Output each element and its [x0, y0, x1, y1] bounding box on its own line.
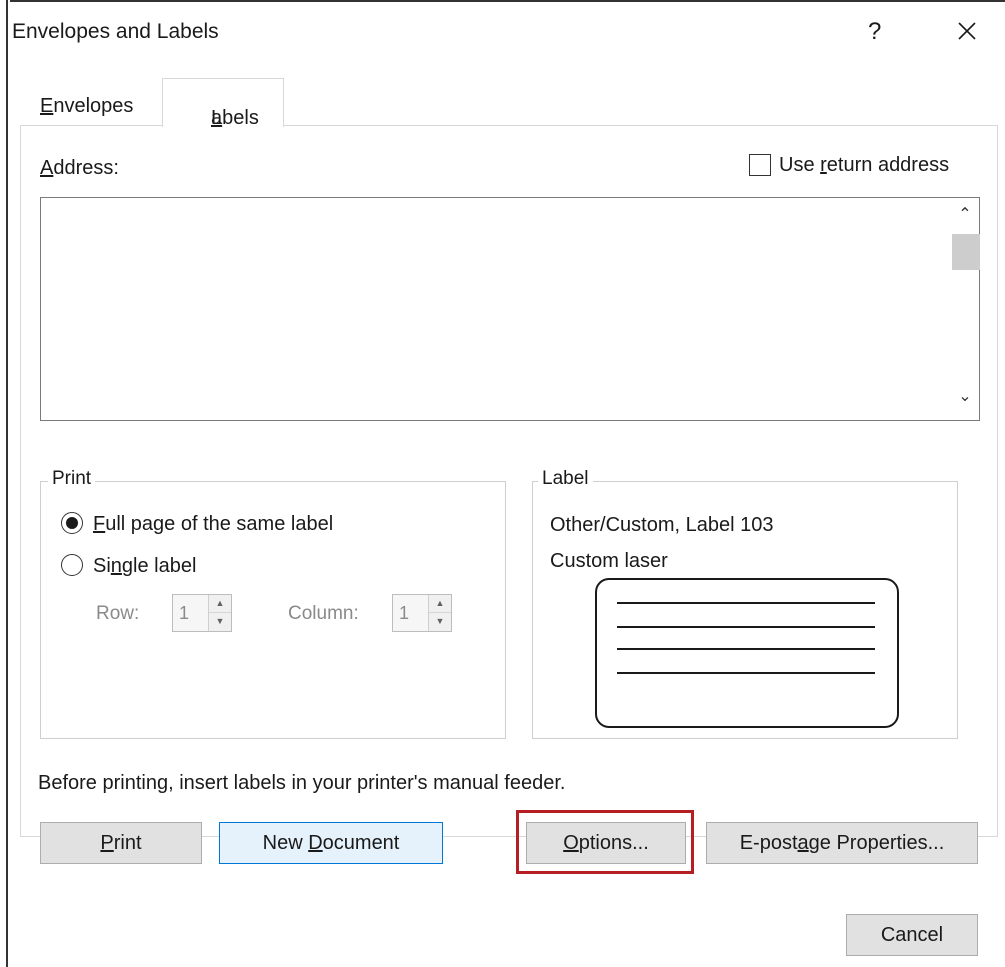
row-label: Row: — [96, 603, 140, 624]
printer-feeder-note: Before printing, insert labels in your p… — [38, 772, 566, 794]
tab-envelopes[interactable]: Envelopes — [40, 95, 133, 118]
new-document-button[interactable]: New Document — [219, 822, 443, 864]
column-stepper[interactable]: 1 ▲ ▼ — [392, 594, 452, 632]
print-button[interactable]: Print — [40, 822, 202, 864]
print-group-title: Print — [48, 468, 96, 490]
tab-envelopes-accel: E — [40, 95, 54, 117]
close-button[interactable] — [950, 14, 984, 48]
tab-envelopes-label: nvelopes — [53, 95, 134, 117]
address-input[interactable] — [40, 197, 980, 421]
full-page-label: Full page of the same label — [93, 513, 334, 535]
cancel-button[interactable]: Cancel — [846, 914, 978, 956]
column-value: 1 — [399, 603, 410, 623]
epostage-properties-button[interactable]: E-postage Properties... — [706, 822, 978, 864]
help-button[interactable]: ? — [868, 18, 881, 46]
spin-down-icon[interactable]: ▼ — [429, 613, 451, 630]
scroll-up-icon[interactable]: ⌃ — [954, 204, 976, 228]
window-left-edge — [6, 0, 8, 967]
window-top-edge — [10, 0, 1005, 2]
row-value: 1 — [179, 603, 190, 623]
label-preview-image[interactable] — [595, 578, 899, 728]
options-button[interactable]: Options... — [526, 822, 686, 864]
label-type: Custom laser — [550, 550, 668, 572]
tab-labels-label: abels — [211, 107, 259, 129]
checkbox-box[interactable] — [749, 154, 771, 176]
spin-up-icon[interactable]: ▲ — [209, 595, 231, 613]
radio-unselected-icon[interactable] — [61, 554, 83, 576]
use-return-address-label: Use return address — [779, 154, 950, 176]
scrollbar-thumb[interactable] — [952, 234, 980, 270]
envelopes-labels-dialog: Envelopes and Labels ? Envelopes Labels … — [0, 0, 1005, 967]
label-vendor-product: Other/Custom, Label 103 — [550, 514, 774, 536]
dialog-title: Envelopes and Labels — [12, 20, 219, 43]
close-icon — [958, 22, 976, 40]
row-stepper[interactable]: 1 ▲ ▼ — [172, 594, 232, 632]
label-group-title: Label — [538, 468, 593, 490]
spin-up-icon[interactable]: ▲ — [429, 595, 451, 613]
radio-selected-icon[interactable] — [61, 512, 83, 534]
single-label-label: Single label — [93, 555, 197, 577]
column-label: Column: — [288, 603, 359, 624]
address-label: Address: — [40, 157, 119, 179]
spin-down-icon[interactable]: ▼ — [209, 613, 231, 630]
tab-labels[interactable]: Labels — [162, 78, 284, 129]
scroll-down-icon[interactable]: ⌄ — [954, 386, 976, 410]
